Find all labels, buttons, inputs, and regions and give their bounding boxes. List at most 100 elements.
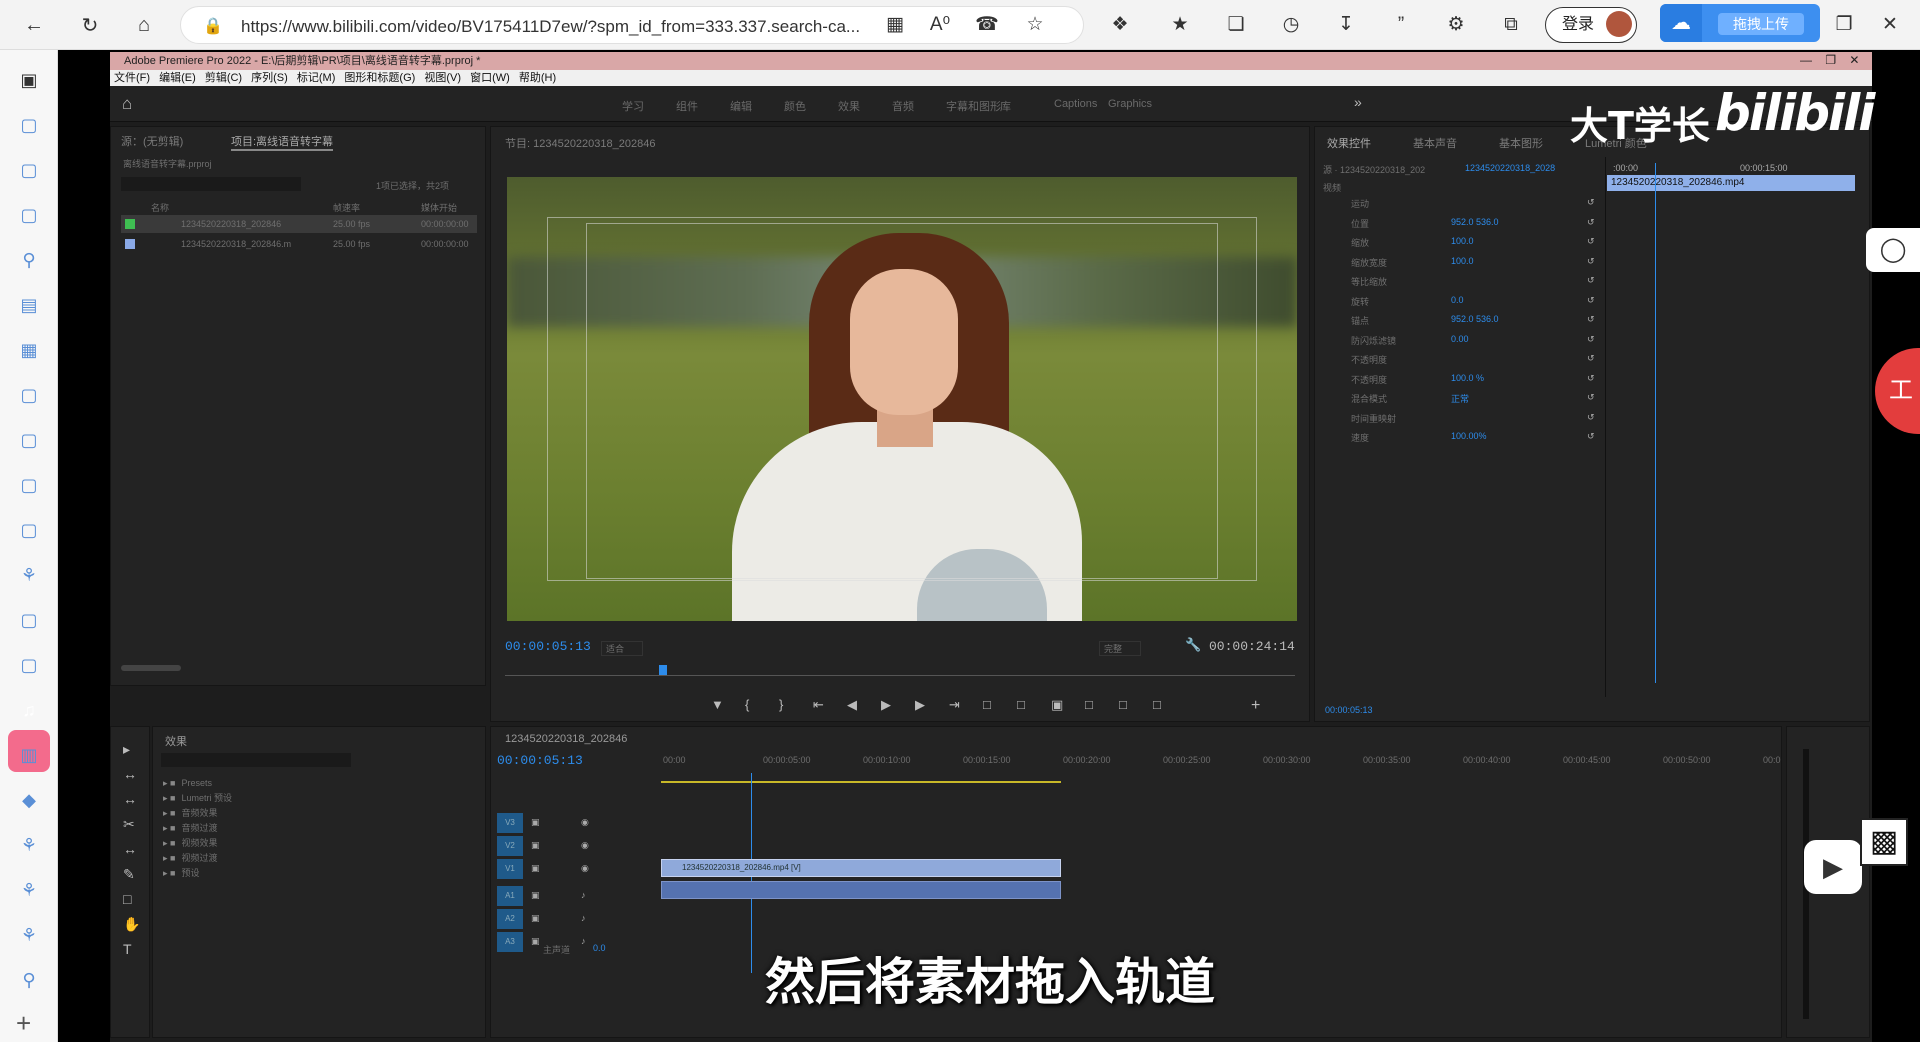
lock-icon[interactable]: ▣ — [531, 913, 540, 924]
ec-property-value[interactable]: 正常 — [1451, 392, 1469, 405]
lock-icon[interactable]: ▣ — [531, 840, 540, 851]
download-icon[interactable]: ↧ — [1332, 12, 1360, 38]
speaker-icon[interactable]: ♪ — [581, 890, 586, 900]
effects-search-input[interactable] — [161, 753, 351, 767]
workspace-tab[interactable]: 字幕和图形 — [946, 98, 1001, 114]
ec-property-value[interactable]: 952.0 536.0 — [1451, 314, 1499, 324]
reset-icon[interactable]: ↺ — [1587, 373, 1595, 384]
ec-tab[interactable]: 基本声音 — [1413, 135, 1457, 151]
ec-property-value[interactable]: 0.00 — [1451, 334, 1469, 344]
favorites-icon[interactable]: ★ — [1166, 12, 1194, 38]
go-to-in-icon[interactable]: ⇤ — [813, 697, 824, 713]
list-item[interactable]: 1234520220318_202846.m 25.00 fps 00:00:0… — [121, 235, 477, 253]
workspace-tab[interactable]: 学习 — [622, 98, 644, 114]
scrollbar[interactable] — [121, 665, 181, 671]
bilibili-tv-icon[interactable]: ▢ — [15, 516, 43, 544]
reset-icon[interactable]: ↺ — [1587, 217, 1595, 228]
work-area-bar[interactable] — [661, 781, 1061, 783]
lock-icon[interactable]: ▣ — [531, 863, 540, 874]
extract-icon[interactable]: □ — [1017, 697, 1025, 712]
eye-icon[interactable]: ◉ — [581, 863, 589, 874]
column-name[interactable]: 名称 — [151, 201, 169, 214]
eye-icon[interactable]: ◉ — [581, 817, 589, 828]
reset-icon[interactable]: ↺ — [1587, 236, 1595, 247]
home-icon[interactable]: ⌂ — [122, 94, 132, 114]
tv-icon[interactable]: ▶ — [1804, 840, 1862, 894]
effects-title[interactable]: 效果 — [165, 733, 187, 749]
bilibili-tv-icon[interactable]: ▢ — [15, 426, 43, 454]
read-aloud-icon[interactable]: A⁰ — [926, 12, 954, 38]
ec-property-value[interactable]: 100.0 % — [1451, 373, 1484, 383]
workspace-tab[interactable]: Captions — [1054, 98, 1097, 110]
ec-property-value[interactable]: 100.0 — [1451, 256, 1474, 266]
back-icon[interactable]: ← — [18, 10, 50, 40]
collections-icon[interactable]: ❏ — [1222, 12, 1250, 38]
ec-tab[interactable]: 效果控件 — [1327, 135, 1371, 151]
monitor-timecode[interactable]: 00:00:05:13 — [505, 639, 591, 654]
wrench-icon[interactable]: 🔧 — [1185, 637, 1201, 653]
ec-property-value[interactable]: 0.0 — [1451, 295, 1464, 305]
upload-button[interactable]: ☁ 拖拽上传 — [1660, 4, 1820, 42]
restore-icon[interactable]: ❐ — [1830, 12, 1858, 38]
add-button-icon[interactable]: + — [1251, 697, 1260, 715]
ec-property-value[interactable]: 952.0 536.0 — [1451, 217, 1499, 227]
reset-icon[interactable]: ↺ — [1587, 412, 1595, 423]
export-frame-icon[interactable]: ▣ — [1051, 697, 1063, 713]
ec-property-value[interactable]: 100.00% — [1451, 431, 1487, 441]
bilibili-tv-icon[interactable]: ▢ — [15, 156, 43, 184]
search-icon[interactable]: ⚲ — [15, 246, 43, 274]
reset-icon[interactable]: ↺ — [1587, 197, 1595, 208]
reset-icon[interactable]: ↺ — [1587, 295, 1595, 306]
video-clip[interactable]: 1234520220318_202846.mp4 [V] — [661, 859, 1061, 877]
translate-icon[interactable]: ☎ — [973, 12, 1001, 38]
avatar[interactable] — [1606, 11, 1632, 37]
lift-icon[interactable]: □ — [983, 697, 991, 712]
home-icon[interactable]: ⌂ — [128, 10, 160, 40]
favorite-add-icon[interactable]: ☆ — [1021, 12, 1049, 38]
window-controls-icon[interactable]: — ❐ ✕ — [1800, 53, 1859, 67]
workspace-tab[interactable]: 组件 — [676, 98, 698, 114]
scrub-bar[interactable] — [505, 675, 1295, 676]
tab-source[interactable]: 源：(无剪辑) — [121, 133, 183, 149]
reset-icon[interactable]: ↺ — [1587, 256, 1595, 267]
sequence-clip[interactable]: 1234520220318_2028 — [1465, 163, 1555, 173]
speaker-icon[interactable]: ♪ — [581, 913, 586, 923]
pen-tool-icon[interactable]: ✎ — [123, 866, 135, 883]
track-target[interactable]: V3 — [497, 813, 523, 833]
tabs-icon[interactable]: ▣ — [15, 66, 43, 94]
playhead[interactable] — [659, 665, 667, 675]
apps-icon[interactable]: ▦ — [15, 336, 43, 364]
history-icon[interactable]: ◷ — [1277, 12, 1305, 38]
reset-icon[interactable]: ↺ — [1587, 314, 1595, 325]
workspace-tab[interactable]: 颜色 — [784, 98, 806, 114]
razor-tool-icon[interactable]: ✂ — [123, 816, 135, 833]
extensions-icon[interactable]: ❖ — [1106, 12, 1134, 38]
play-icon[interactable]: ▶ — [881, 697, 891, 713]
track-target[interactable]: V1 — [497, 859, 523, 879]
refresh-icon[interactable]: ↻ — [74, 10, 106, 40]
compare-icon[interactable]: □ — [1085, 697, 1093, 712]
bilibili-tv-icon[interactable]: ▢ — [15, 201, 43, 229]
robot-assistant-icon[interactable]: ◯ — [1866, 228, 1920, 272]
slip-tool-icon[interactable]: ↔ — [123, 841, 137, 857]
bilibili-tv-icon[interactable]: ▢ — [15, 471, 43, 499]
selection-tool-icon[interactable]: ▸ — [123, 741, 130, 758]
ec-playhead[interactable] — [1655, 163, 1656, 683]
bilibili-tv-icon[interactable]: ▢ — [15, 651, 43, 679]
baidu-paw-icon[interactable]: ⚘ — [15, 561, 43, 589]
track-target[interactable]: A1 — [497, 886, 523, 906]
track-target[interactable]: V2 — [497, 836, 523, 856]
track-target[interactable]: A2 — [497, 909, 523, 929]
baidu-paw-icon[interactable]: ⚘ — [15, 876, 43, 904]
speaker-icon[interactable]: ♫ — [15, 696, 43, 724]
more-icon[interactable]: » — [1354, 94, 1362, 110]
column-start[interactable]: 媒体开始 — [421, 201, 457, 214]
step-forward-icon[interactable]: ▶ — [915, 697, 925, 713]
track-select-icon[interactable]: ↔ — [123, 766, 137, 782]
lock-icon[interactable]: ▣ — [531, 890, 540, 901]
ec-clip-bar[interactable]: 1234520220318_202846.mp4 — [1607, 175, 1855, 191]
reset-icon[interactable]: ↺ — [1587, 353, 1595, 364]
timeline-timecode[interactable]: 00:00:05:13 — [497, 753, 583, 768]
performance-icon[interactable]: ⚙ — [1442, 12, 1470, 38]
reset-icon[interactable]: ↺ — [1587, 275, 1595, 286]
